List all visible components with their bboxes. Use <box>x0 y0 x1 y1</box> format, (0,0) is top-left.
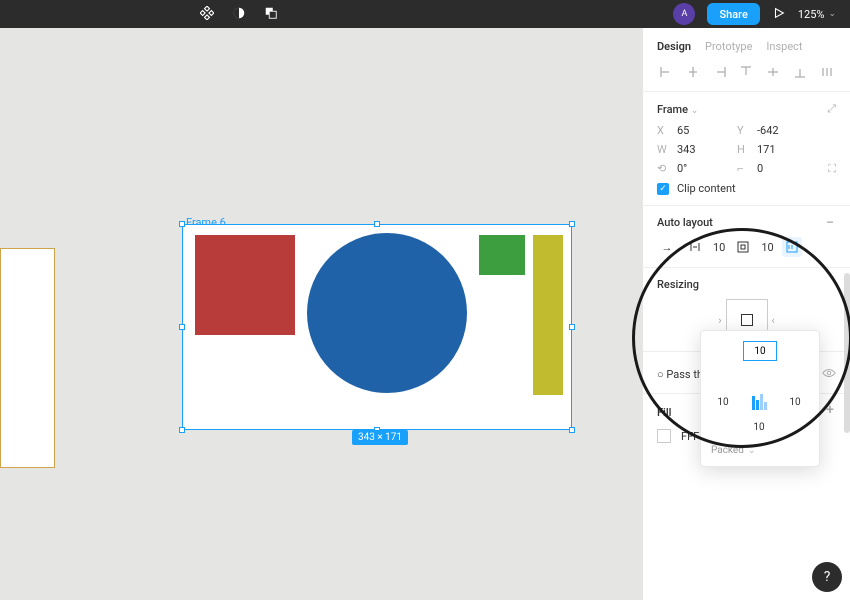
alignment-box-icon[interactable] <box>752 394 767 410</box>
present-icon[interactable] <box>772 5 786 24</box>
resize-to-fit-icon[interactable]: ⤢ <box>827 102 836 116</box>
padding-right-value[interactable]: 10 <box>789 397 800 408</box>
selected-frame[interactable] <box>182 224 572 430</box>
green-rectangle[interactable] <box>479 235 525 275</box>
avatar[interactable]: A <box>673 3 695 25</box>
alignment-controls <box>643 63 850 91</box>
padding-bottom-value[interactable]: 10 <box>753 422 764 433</box>
y-input[interactable]: -642 <box>757 124 809 137</box>
padding-input[interactable]: 10 <box>761 241 773 254</box>
resizing-title: Resizing <box>657 278 699 291</box>
distribution-dropdown[interactable]: Packed ⌄ <box>711 445 809 456</box>
rotation-icon: ⟲ <box>657 162 669 176</box>
remove-autolayout-icon[interactable]: − <box>824 217 836 229</box>
alignment-padding-button[interactable] <box>782 237 802 257</box>
align-bottom-icon[interactable] <box>791 63 809 81</box>
selection-handle[interactable] <box>179 324 185 330</box>
align-right-icon[interactable] <box>711 63 729 81</box>
padding-left-value[interactable]: 10 <box>717 397 728 408</box>
spacing-input[interactable]: 10 <box>713 241 725 254</box>
frame-section: Frame ⌄ ⤢ X 65 Y -642 W 343 H 171 ⟲ 0° ⌐… <box>643 91 850 205</box>
padding-top-input[interactable] <box>743 341 777 361</box>
fill-title: Fill <box>657 406 671 419</box>
components-icon[interactable] <box>200 5 214 24</box>
direction-horizontal-icon[interactable]: → <box>657 237 677 257</box>
selection-dimensions-badge: 343 × 171 <box>352 430 408 445</box>
h-label: H <box>737 143 749 156</box>
properties-panel: Design Prototype Inspect Frame ⌄ ⤢ X 65 … <box>642 28 850 600</box>
tab-inspect[interactable]: Inspect <box>766 40 802 53</box>
zoom-dropdown[interactable]: 125% ⌄ <box>798 8 836 21</box>
help-button[interactable]: ? <box>812 562 842 592</box>
visibility-icon[interactable] <box>822 366 836 383</box>
tab-prototype[interactable]: Prototype <box>705 40 752 53</box>
independent-corners-icon[interactable]: ⛶ <box>828 162 836 176</box>
selection-handle[interactable] <box>569 427 575 433</box>
align-center-h-icon[interactable] <box>684 63 702 81</box>
y-label: Y <box>737 124 749 137</box>
add-fill-icon[interactable]: + <box>824 404 836 416</box>
align-center-v-icon[interactable] <box>764 63 782 81</box>
spacing-icon[interactable] <box>685 237 705 257</box>
olive-rectangle[interactable] <box>533 235 563 395</box>
clip-content-label: Clip content <box>677 182 736 195</box>
x-label: X <box>657 124 669 137</box>
selection-handle[interactable] <box>569 221 575 227</box>
x-input[interactable]: 65 <box>677 124 729 137</box>
autolayout-title: Auto layout <box>657 216 713 229</box>
frame-type-dropdown[interactable]: Frame ⌄ <box>657 103 698 116</box>
align-left-icon[interactable] <box>657 63 675 81</box>
padding-uniform-icon[interactable] <box>733 237 753 257</box>
rotation-input[interactable]: 0° <box>677 162 729 176</box>
tidy-up-icon[interactable] <box>818 63 836 81</box>
w-input[interactable]: 343 <box>677 143 729 156</box>
left-crop-artifact <box>0 248 55 468</box>
corner-radius-input[interactable]: 0 <box>757 162 809 176</box>
fill-swatch[interactable] <box>657 429 671 443</box>
share-button[interactable]: Share <box>707 3 759 25</box>
w-label: W <box>657 143 669 156</box>
scrollbar[interactable] <box>844 273 850 433</box>
alignment-padding-popover: 10 10 10 Packed ⌄ <box>700 330 820 467</box>
red-rectangle[interactable] <box>195 235 295 335</box>
tab-design[interactable]: Design <box>657 40 691 53</box>
top-toolbar: A Share 125% ⌄ <box>0 0 850 28</box>
mask-icon[interactable] <box>232 5 246 24</box>
blue-circle[interactable] <box>307 233 467 393</box>
selection-handle[interactable] <box>569 324 575 330</box>
selection-handle[interactable] <box>179 221 185 227</box>
selection-handle[interactable] <box>179 427 185 433</box>
selection-handle[interactable] <box>374 221 380 227</box>
align-top-icon[interactable] <box>737 63 755 81</box>
clip-content-checkbox[interactable]: ✓ <box>657 183 669 195</box>
corner-radius-icon: ⌐ <box>737 162 749 176</box>
h-input[interactable]: 171 <box>757 143 809 156</box>
canvas[interactable]: Frame 6 343 × 171 <box>0 28 642 600</box>
boolean-icon[interactable] <box>264 5 278 24</box>
autolayout-section: Auto layout − → 10 10 <box>643 205 850 267</box>
